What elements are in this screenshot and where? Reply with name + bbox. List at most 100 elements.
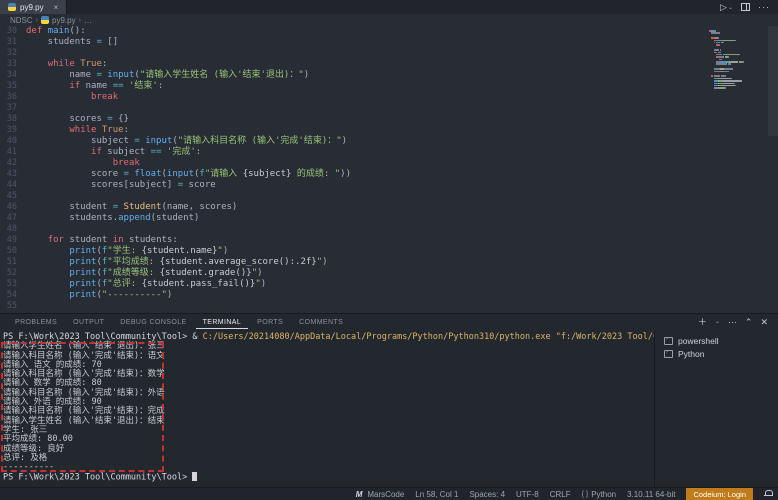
minimap[interactable] <box>709 30 763 92</box>
line-number: 37 <box>0 103 26 114</box>
terminal-output[interactable]: PS F:\Work\2023 Tool\Community\Tool> & C… <box>0 331 654 487</box>
code-text: if name == '结束': <box>26 81 163 92</box>
run-button[interactable]: ▷ ⌄ <box>720 2 733 13</box>
line-number: 30 <box>0 26 26 37</box>
code-line: 51 print(f"平均成绩: {student.average_score(… <box>0 257 778 268</box>
split-editor-icon[interactable] <box>741 3 750 11</box>
editor-tab-bar: py9.py × ▷ ⌄ ··· <box>0 0 778 14</box>
minimap-line <box>709 80 763 82</box>
breadcrumb-folder[interactable]: NDSC <box>10 16 33 25</box>
code-line: 42 break <box>0 158 778 169</box>
codeium-login-badge[interactable]: Codeium: Login <box>686 488 753 500</box>
code-text: print(f"学生: {student.name}") <box>26 246 228 257</box>
line-number: 35 <box>0 81 26 92</box>
terminal-list-item-powershell[interactable]: powershell <box>655 334 778 347</box>
code-text: students.append(student) <box>26 213 199 224</box>
code-text: break <box>26 158 140 169</box>
minimap-line <box>709 78 763 80</box>
new-terminal-icon[interactable]: ＋ <box>698 316 707 328</box>
minimap-line <box>709 37 763 39</box>
panel-close-icon[interactable]: ✕ <box>760 316 768 328</box>
panel-tab-output[interactable]: OUTPUT <box>66 316 111 329</box>
marscode-logo-icon: M <box>356 490 363 499</box>
line-number: 32 <box>0 48 26 59</box>
terminal-dropdown-icon[interactable]: ⌄ <box>715 316 720 328</box>
vscode-window: py9.py × ▷ ⌄ ··· NDSC › py9.py › … 30def… <box>0 0 778 500</box>
terminal-icon <box>664 350 673 358</box>
code-editor[interactable]: 30def main():31 students = []3233 while … <box>0 26 778 313</box>
line-number: 48 <box>0 224 26 235</box>
minimap-line <box>709 49 763 51</box>
terminal-line: 请输入学生姓名 (输入'结束'退出)：结束 <box>3 417 654 426</box>
panel-tab-comments[interactable]: COMMENTS <box>292 316 350 329</box>
breadcrumb-separator: › <box>79 17 81 24</box>
minimap-line <box>709 59 763 61</box>
tab-title: py9.py <box>20 3 44 12</box>
code-text: print(f"平均成绩: {student.average_score():.… <box>26 257 328 268</box>
panel-tab-debug-console[interactable]: DEBUG CONSOLE <box>113 316 193 329</box>
minimap-line <box>709 54 763 56</box>
minimap-line <box>709 87 763 89</box>
code-line: 45 <box>0 191 778 202</box>
minimap-line <box>709 73 763 75</box>
bottom-panel: PROBLEMSOUTPUTDEBUG CONSOLETERMINALPORTS… <box>0 313 778 487</box>
line-number: 50 <box>0 246 26 257</box>
code-text: for student in students: <box>26 235 178 246</box>
minimap-line <box>709 40 763 42</box>
editor-scrollbar[interactable] <box>768 26 778 136</box>
code-text: break <box>26 92 118 103</box>
code-text: student = Student(name, scores) <box>26 202 237 213</box>
panel-tab-ports[interactable]: PORTS <box>250 316 290 329</box>
code-line: 36 break <box>0 92 778 103</box>
breadcrumb-file[interactable]: py9.py <box>52 16 76 25</box>
terminal-line: 平均成绩: 80.00 <box>3 435 654 444</box>
minimap-line <box>709 90 763 92</box>
line-number: 49 <box>0 235 26 246</box>
code-line: 43 score = float(input(f"请输入 {subject} 的… <box>0 169 778 180</box>
marscode-item[interactable]: MMarsCode <box>356 490 405 499</box>
line-number: 44 <box>0 180 26 191</box>
code-text: students = [] <box>26 37 118 48</box>
tab-py9[interactable]: py9.py × <box>0 0 67 14</box>
tab-close-icon[interactable]: × <box>54 3 59 12</box>
terminal-list-item-python[interactable]: Python <box>655 347 778 360</box>
line-number: 54 <box>0 290 26 301</box>
status-bar: MMarsCode Ln 58, Col 1 Spaces: 4 UTF-8 C… <box>0 487 778 500</box>
line-number: 38 <box>0 114 26 125</box>
indentation[interactable]: Spaces: 4 <box>469 490 505 499</box>
breadcrumb-symbol[interactable]: … <box>84 16 92 25</box>
language-mode-icon: { } <box>582 491 589 498</box>
line-number: 51 <box>0 257 26 268</box>
panel-tab-problems[interactable]: PROBLEMS <box>8 316 64 329</box>
minimap-line <box>709 52 763 54</box>
code-text: subject = input("请输入科目名称 (输入'完成'结束)：") <box>26 136 347 147</box>
minimap-line <box>709 32 763 34</box>
code-line: 44 scores[subject] = score <box>0 180 778 191</box>
language-mode[interactable]: { }Python <box>582 490 617 499</box>
run-dropdown-icon[interactable]: ⌄ <box>728 4 733 11</box>
code-text: if subject == '完成': <box>26 147 201 158</box>
code-text: def main(): <box>26 26 86 37</box>
eol-sequence[interactable]: CRLF <box>550 490 571 499</box>
code-line: 54 print("----------") <box>0 290 778 301</box>
notifications-bell-icon[interactable] <box>764 490 772 498</box>
code-text: scores[subject] = score <box>26 180 216 191</box>
terminal-icon <box>664 337 673 345</box>
code-line: 53 print(f"总评: {student.pass_fail()}") <box>0 279 778 290</box>
panel-more-icon[interactable]: ··· <box>728 316 737 328</box>
code-text: name = input("请输入学生姓名 (输入'结束'退出)：") <box>26 70 309 81</box>
encoding[interactable]: UTF-8 <box>516 490 539 499</box>
python-file-icon <box>8 3 16 11</box>
code-text: print("----------") <box>26 290 172 301</box>
python-interpreter[interactable]: 3.10.11 64-bit <box>627 490 675 499</box>
code-line: 40 subject = input("请输入科目名称 (输入'完成'结束)："… <box>0 136 778 147</box>
cursor-position[interactable]: Ln 58, Col 1 <box>415 490 458 499</box>
panel-maximize-icon[interactable]: ⌃ <box>745 316 753 328</box>
code-lines: 30def main():31 students = []3233 while … <box>0 26 778 312</box>
line-number: 42 <box>0 158 26 169</box>
panel-tab-terminal[interactable]: TERMINAL <box>196 316 249 329</box>
more-actions-icon[interactable]: ··· <box>758 2 770 12</box>
code-text: while True: <box>26 59 107 70</box>
code-line: 47 students.append(student) <box>0 213 778 224</box>
line-number: 52 <box>0 268 26 279</box>
